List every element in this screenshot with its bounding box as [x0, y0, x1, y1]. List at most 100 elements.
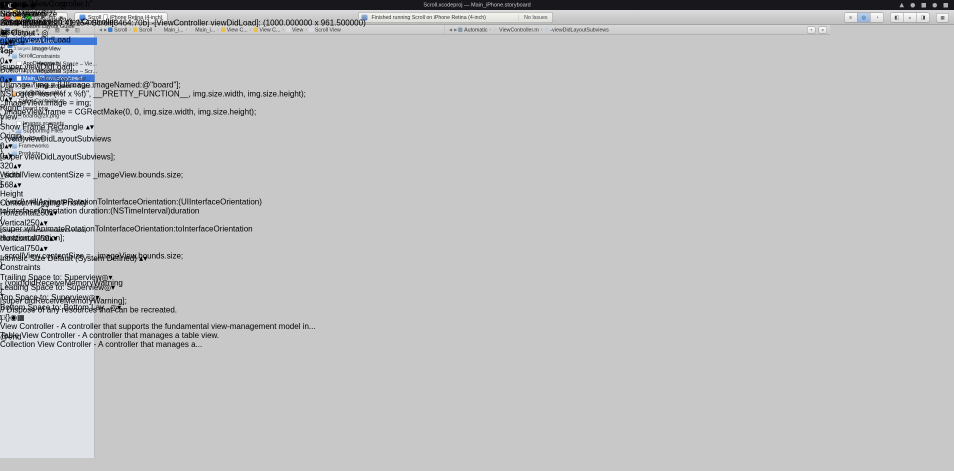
library-pane: □{}◉▦ View Controller - A controller tha… [0, 313, 316, 350]
show-dropdown-value: Frame Rectangle [22, 123, 83, 132]
width-field[interactable]: 320▴▾ [0, 161, 316, 171]
object-library-list: View Controller - A controller that supp… [0, 323, 316, 350]
constraint-row[interactable]: Trailing Space to: Superview◎▾ [0, 273, 316, 283]
menubar-status-icon[interactable] [900, 3, 905, 8]
library-item-title: Table View Controller [0, 332, 75, 341]
stepper-icon[interactable]: ▴▾ [13, 162, 21, 171]
console-settings-icon[interactable]: ◎ [41, 29, 48, 38]
jumpbar-item-viewdidlayoutsubviews[interactable]: -viewDidLayoutSubviews [544, 27, 608, 33]
library-item-title: Collection View Controller [0, 341, 91, 350]
constraint-label: Bottom Space to: Bottom Lay... [0, 304, 110, 313]
chevron-down-icon: ▾ [111, 284, 115, 293]
stepper-icon[interactable]: ▴▾ [4, 38, 12, 47]
menubar-status-icon[interactable] [944, 3, 949, 8]
library-item-description: - A controller that supports the fundame… [54, 323, 315, 332]
stepper-icon[interactable]: ▴▾ [4, 76, 12, 85]
dropdown-arrows-icon: ▴▾ [139, 255, 147, 264]
stepper-icon[interactable]: ▴▾ [4, 95, 12, 104]
constraint-edit-button[interactable]: ◎▾ [104, 284, 115, 293]
standard-editor-icon[interactable]: ≡ [845, 13, 858, 22]
debug-selection-label: No Selection [0, 10, 45, 19]
library-item-view-controller[interactable]: View Controller - A controller that supp… [0, 323, 316, 332]
gear-icon: ◎ [89, 294, 96, 303]
stepper-icon[interactable]: ▴▾ [49, 209, 57, 218]
show-dropdown[interactable]: Frame Rectangle ▴▾ [22, 123, 94, 132]
menubar-status-area [900, 3, 949, 8]
version-editor-icon[interactable]: ◔ [871, 13, 884, 22]
inset-right-field[interactable]: 0▴▾ [0, 94, 316, 104]
stepper-icon[interactable]: ▴▾ [4, 57, 12, 66]
stepper-icon[interactable]: ▴▾ [40, 245, 48, 254]
editor-mode-segment: ≡◎◔ [844, 13, 884, 23]
breakpoint-toggle-icon[interactable]: ◆ [12, 0, 18, 10]
continue-icon[interactable]: ▶ [23, 0, 29, 10]
organizer-button[interactable]: ▦ [936, 13, 949, 23]
inset-bottom-field[interactable]: 0▴▾ [0, 56, 316, 66]
constraint-label: Trailing Space to: Superview [0, 274, 102, 283]
vertical-priority-field[interactable]: 750▴▾ [26, 245, 47, 254]
vertical-priority-field[interactable]: 250▴▾ [26, 219, 47, 228]
menubar-status-icon[interactable] [922, 3, 927, 8]
x-field[interactable]: 0▴▾ [0, 141, 316, 151]
debug-bar: ◧ ◆ ▶ » ↓ ↑ ◎ No Selection [0, 0, 366, 19]
xcode-window: Scroll.xcodeproj — Main_iPhone.storyboar… [0, 0, 954, 471]
jumpbar-item-viewcontroller-m[interactable]: ViewController.m [493, 27, 539, 33]
constraint-row[interactable]: Bottom Space to: Bottom Lay...◎▾ [0, 303, 316, 313]
issues-status: No Issues [519, 15, 553, 21]
add-assistant-editor-button[interactable]: + [807, 26, 816, 33]
constraint-row[interactable]: Leading Space to: Superview◎▾ [0, 283, 316, 293]
constraint-edit-button[interactable]: ◎▾ [89, 294, 100, 303]
intrinsic-size-dropdown[interactable]: Default (System Defined) ▴▾ [48, 255, 148, 264]
constraint-label: Top Space to: Superview [0, 294, 89, 303]
height-field[interactable]: 568▴▾ [0, 180, 316, 190]
hide-debug-area-icon[interactable]: ◧ [0, 0, 8, 10]
console-filter-label: All Output [0, 29, 35, 38]
chevron-down-icon: ▾ [95, 294, 99, 303]
insets-fields: 0▴▾Top0▴▾Bottom0▴▾Left0▴▾Right [0, 37, 316, 113]
inset-left-field[interactable]: 0▴▾ [0, 75, 316, 85]
step-out-icon[interactable]: ↑ [51, 0, 55, 10]
inset-top-field[interactable]: 0▴▾ [0, 37, 316, 47]
constraint-edit-button[interactable]: ◎▾ [102, 274, 113, 283]
close-assistant-editor-button[interactable]: × [819, 26, 828, 33]
console-filter-bar: All Output ▾ ◎ [0, 28, 366, 38]
forward-button[interactable]: ▶ [454, 28, 457, 33]
stepper-icon[interactable]: ▴▾ [13, 181, 21, 190]
size-inspector: Scroll View Size Scroll Indicators Inset… [0, 10, 316, 313]
simulate-location-icon[interactable]: ◎ [59, 0, 66, 10]
media-library-icon[interactable]: ▦ [17, 314, 25, 323]
gear-icon: ◎ [102, 274, 109, 283]
jumpbar-item-automatic[interactable]: Automatic [458, 27, 487, 33]
stepper-icon[interactable]: ▴▾ [4, 142, 12, 151]
constraint-row[interactable]: Top Space to: Superview◎▾ [0, 293, 316, 303]
step-into-icon[interactable]: ↓ [42, 0, 46, 10]
library-item-table-view-controller[interactable]: Table View Controller - A controller tha… [0, 332, 316, 341]
library-item-collection-view-controller[interactable]: Collection View Controller - A controlle… [0, 341, 316, 350]
view-toggle-segment: ◧◒◨ [890, 13, 930, 23]
assistant-editor-icon[interactable]: ◎ [858, 13, 871, 22]
horizontal-priority-field[interactable]: 250▴▾ [36, 209, 57, 218]
toggle-navigator-icon[interactable]: ◧ [891, 13, 904, 22]
y-field[interactable]: 0▴▾ [0, 151, 316, 161]
toggle-debug-area-icon[interactable]: ◒ [904, 13, 917, 22]
menubar-status-icon[interactable] [911, 3, 916, 8]
section-title: Constraints [0, 264, 316, 273]
jumpbar-item-icon [458, 28, 463, 33]
dropdown-arrows-icon: ▴▾ [86, 123, 94, 132]
organizer-icon: ▦ [940, 15, 944, 21]
stepper-icon[interactable]: ▴▾ [4, 152, 12, 161]
assistant-editor-jump-bar: ◀ ▶ Automatic›ViewController.m›-viewDidL… [445, 25, 830, 35]
toggle-utilities-icon[interactable]: ◨ [917, 13, 930, 22]
horizontal-priority-field[interactable]: 750▴▾ [36, 235, 57, 244]
console-output[interactable]: 2014-02-19 11:29:41.154 Scroll[3464:70b]… [0, 19, 366, 28]
console-filter-popup[interactable]: All Output ▾ [0, 29, 41, 38]
constraint-edit-button[interactable]: ◎▾ [110, 304, 121, 313]
stepper-icon[interactable]: ▴▾ [49, 235, 57, 244]
show-label: Show [0, 123, 20, 132]
utilities-panel: □?▣≡▭◉ Scroll View Size Scroll Indicator… [0, 0, 316, 350]
back-button[interactable]: ◀ [449, 28, 452, 33]
stepper-icon[interactable]: ▴▾ [40, 219, 48, 228]
step-over-icon[interactable]: » [33, 0, 37, 10]
menubar-status-icon[interactable] [933, 3, 938, 8]
library-item-title: View Controller [0, 323, 54, 332]
